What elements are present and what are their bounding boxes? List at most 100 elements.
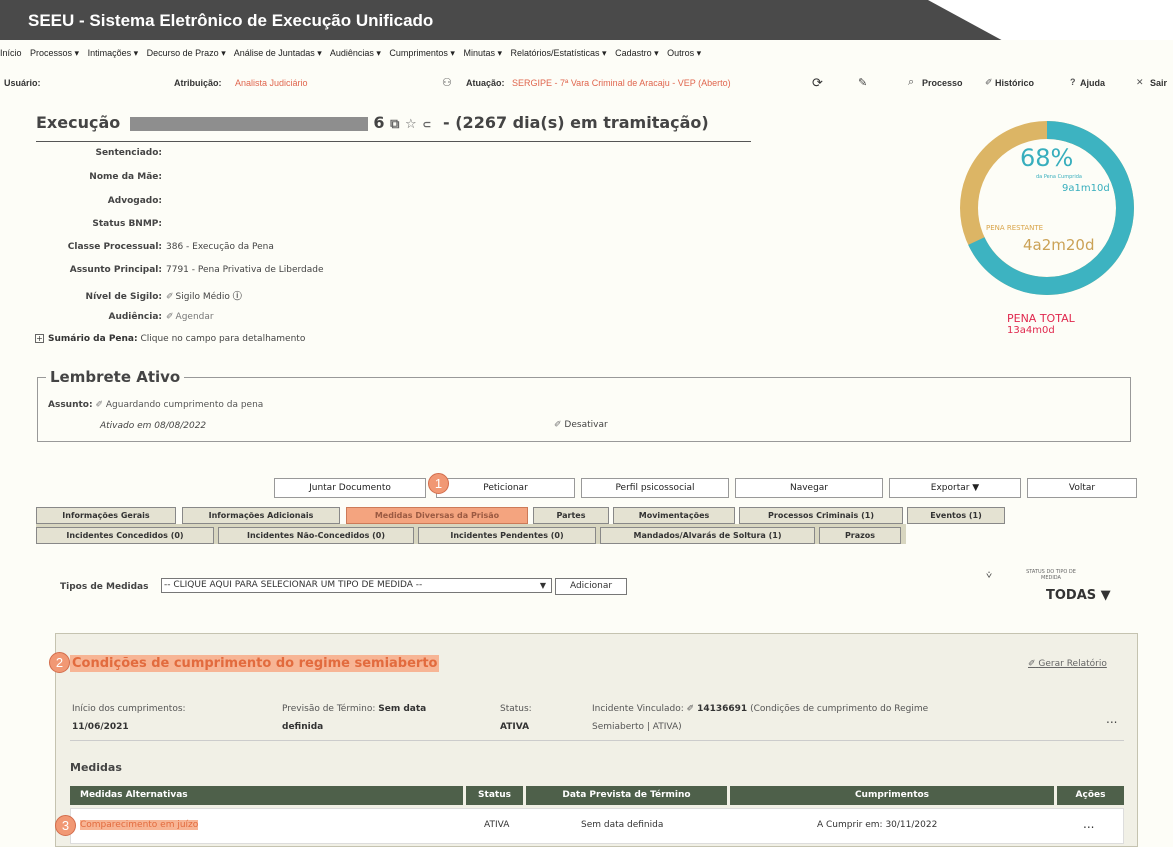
sigilo-value[interactable]: Sigilo Médio (176, 292, 230, 302)
incidente-desc-1: (Condições de cumprimento do Regime (750, 704, 929, 714)
pencil-icon[interactable]: ✐ (166, 292, 174, 302)
menu-outros[interactable]: Outros ▾ (667, 48, 701, 58)
menu-minutas[interactable]: Minutas ▾ (463, 48, 502, 58)
menu-cadastro[interactable]: Cadastro ▾ (615, 48, 659, 58)
menu-cumprimentos[interactable]: Cumprimentos ▾ (389, 48, 455, 58)
medida-actions-icon[interactable]: ... (1083, 817, 1094, 831)
classe-value: 386 - Execução da Pena (166, 242, 274, 252)
ajuda-link[interactable]: Ajuda (1080, 78, 1105, 88)
gerar-relatorio-link[interactable]: ✐ Gerar Relatório (1028, 659, 1107, 669)
peticionar-button[interactable]: Peticionar (436, 478, 575, 498)
medida-status: ATIVA (484, 820, 510, 830)
users-icon: ⚇ (442, 77, 452, 89)
pencil-icon[interactable]: ✐ (166, 312, 174, 322)
status-bnmp-label: Status BNMP: (92, 219, 162, 229)
tab-informacoes-gerais[interactable]: Informações Gerais (36, 507, 176, 524)
lembrete-assunto-label: Assunto: (48, 400, 93, 410)
pencil-icon: ✐ (985, 77, 993, 87)
status-filter-dropdown[interactable]: TODAS ▼ (1046, 588, 1111, 603)
pencil-icon: ✐ (554, 420, 562, 430)
copy-icon[interactable]: ⧉ (390, 117, 399, 132)
menu-intimacoes[interactable]: Intimações ▾ (88, 48, 139, 58)
tipos-medidas-select[interactable]: -- CLIQUE AQUI PARA SELECIONAR UM TIPO D… (161, 578, 552, 593)
menu-analise-juntadas[interactable]: Análise de Juntadas ▾ (234, 48, 322, 58)
juntar-documento-button[interactable]: Juntar Documento (274, 478, 426, 498)
advogado-label: Advogado: (107, 196, 162, 206)
navegar-button[interactable]: Navegar (735, 478, 883, 498)
refresh-icon[interactable]: ⟳ (812, 75, 823, 91)
incidente-label: Incidente Vinculado: (592, 704, 684, 714)
tab-medidas-diversas[interactable]: Medidas Diversas da Prisão (346, 507, 528, 524)
status-value: ATIVA (500, 722, 530, 732)
lembrete-box: Lembrete Ativo Assunto: ✐ Aguardando cum… (37, 368, 1131, 442)
tab-incidentes-nao-concedidos[interactable]: Incidentes Não-Concedidos (0) (218, 527, 414, 544)
lembrete-ativado: Ativado em 08/08/2022 (100, 421, 207, 431)
menu-relatorios[interactable]: Relatórios/Estatísticas ▾ (511, 48, 607, 58)
more-options-icon[interactable]: ... (1106, 712, 1117, 726)
pencil-icon: ✐ (1028, 659, 1036, 669)
header-acoes: Ações (1057, 786, 1124, 805)
tab-prazos[interactable]: Prazos (819, 527, 901, 544)
condicoes-title[interactable]: Condições de cumprimento do regime semia… (70, 655, 440, 672)
menu-audiencias[interactable]: Audiências ▾ (330, 48, 381, 58)
tab-informacoes-adicionais[interactable]: Informações Adicionais (182, 507, 340, 524)
processo-link[interactable]: Processo (922, 78, 963, 88)
atuacao-value[interactable]: SERGIPE - 7ª Vara Criminal de Aracaju - … (512, 78, 731, 88)
tab-movimentacoes[interactable]: Movimentações (613, 507, 735, 524)
tab-processos-criminais[interactable]: Processos Criminais (1) (739, 507, 903, 524)
header-status: Status (466, 786, 523, 805)
tab-incidentes-pendentes[interactable]: Incidentes Pendentes (0) (418, 527, 596, 544)
info-divider (70, 740, 1124, 741)
menu-inicio[interactable]: Início (0, 48, 22, 58)
lembrete-assunto-value[interactable]: Aguardando cumprimento da pena (106, 400, 263, 410)
audiencia-label: Audiência: (108, 312, 162, 322)
agendar-link[interactable]: Agendar (176, 312, 214, 322)
pena-total-value: 13a4m0d (1007, 325, 1055, 336)
sair-link[interactable]: Sair (1150, 78, 1167, 88)
redacted-process-number (129, 116, 368, 131)
pencil-icon[interactable]: ✐ (687, 704, 695, 714)
help-icon: ? (1070, 77, 1076, 87)
status-filter-label: STATUS DO TIPO DE MEDIDA (1026, 569, 1076, 581)
pin-icon[interactable]: ✎ (858, 76, 867, 89)
app-title: SEEU - Sistema Eletrônico de Execução Un… (28, 11, 434, 30)
historico-link[interactable]: Histórico (995, 78, 1034, 88)
search-icon: ⌕ (908, 76, 915, 88)
assunto-label: Assunto Principal: (69, 265, 162, 275)
tab-mandados-alvaras[interactable]: Mandados/Alvarás de Soltura (1) (600, 527, 815, 544)
medida-name[interactable]: Comparecimento em juízo (80, 820, 199, 830)
star-icon[interactable]: ☆ (405, 117, 417, 132)
expand-icon[interactable]: + (35, 334, 44, 343)
link-icon[interactable]: ⊂ (422, 118, 431, 131)
pena-cumprida-value: 9a1m10d (1062, 183, 1110, 194)
inicio-label: Início dos cumprimentos: (72, 704, 186, 714)
exportar-button[interactable]: Exportar ▼ (889, 478, 1021, 498)
pencil-icon[interactable]: ✐ (95, 400, 103, 410)
pena-restante-value: 4a2m20d (1023, 236, 1095, 254)
process-id-tail: 6 (373, 113, 385, 132)
sigilo-label: Nível de Sigilo: (85, 292, 162, 302)
tab-eventos[interactable]: Eventos (1) (907, 507, 1005, 524)
incidente-desc-2: Semiaberto | ATIVA) (592, 722, 682, 732)
menu-processos[interactable]: Processos ▾ (30, 48, 79, 58)
tab-incidentes-concedidos[interactable]: Incidentes Concedidos (0) (36, 527, 214, 544)
filter-icon[interactable]: ⩒ (986, 570, 992, 581)
main-menu: Início Processos ▾ Intimações ▾ Decurso … (0, 48, 1173, 68)
header-corner (928, 0, 1173, 40)
sumario-value[interactable]: Clique no campo para detalhamento (140, 334, 305, 344)
perfil-psicossocial-button[interactable]: Perfil psicossocial (581, 478, 729, 498)
assunto-value: 7791 - Pena Privativa de Liberdade (166, 265, 324, 275)
adicionar-button[interactable]: Adicionar (555, 578, 627, 595)
header-data-prevista: Data Prevista de Término (526, 786, 727, 805)
menu-decurso-prazo[interactable]: Decurso de Prazo ▾ (147, 48, 226, 58)
user-bar: Usuário: Atribuição: Analista Judiciário… (0, 75, 1173, 98)
marker-1: 1 (428, 473, 449, 494)
atribuicao-label: Atribuição: (174, 78, 222, 88)
tab-partes[interactable]: Partes (533, 507, 609, 524)
voltar-button[interactable]: Voltar (1027, 478, 1137, 498)
incidente-number[interactable]: 14136691 (697, 704, 747, 714)
atribuicao-value: Analista Judiciário (235, 78, 308, 88)
pena-cumprida-label: da Pena Cumprida (1036, 174, 1082, 180)
desativar-link[interactable]: Desativar (564, 420, 607, 430)
info-icon[interactable]: ⓘ (233, 292, 242, 302)
